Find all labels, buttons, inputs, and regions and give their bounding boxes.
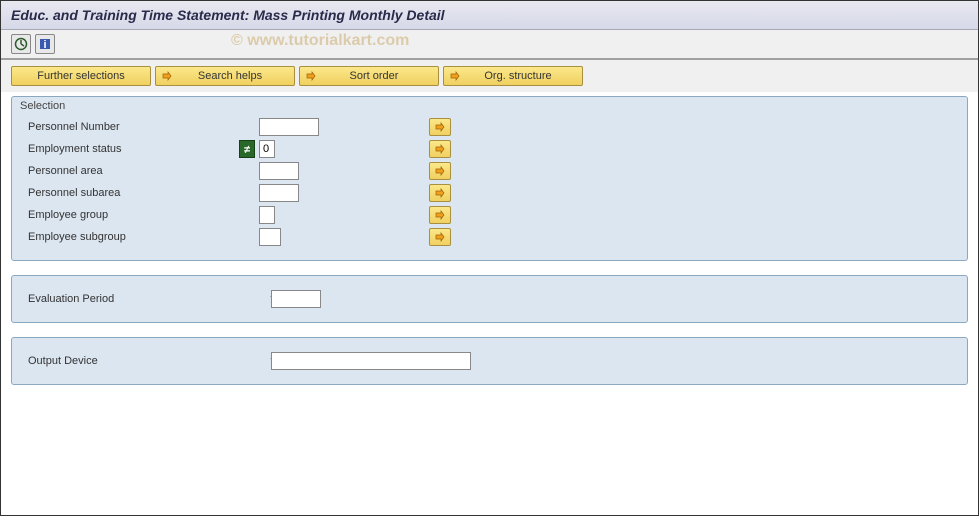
info-button[interactable]: i xyxy=(35,34,55,54)
svg-text:i: i xyxy=(43,39,46,51)
arrow-right-icon xyxy=(435,144,445,154)
arrow-right-icon xyxy=(450,71,460,81)
input-employment-status[interactable] xyxy=(259,140,275,158)
row-employment-status: Employment status ≠ xyxy=(24,138,955,160)
multi-personnel-area[interactable] xyxy=(429,162,451,180)
page-title: Educ. and Training Time Statement: Mass … xyxy=(11,7,968,23)
further-selections-button[interactable]: Further selections xyxy=(11,66,151,86)
row-personnel-subarea: Personnel subarea xyxy=(24,182,955,204)
input-employee-subgroup[interactable] xyxy=(259,228,281,246)
not-equals-icon[interactable]: ≠ xyxy=(239,140,255,158)
arrow-right-icon xyxy=(435,122,445,132)
multi-employee-group[interactable] xyxy=(429,206,451,224)
search-helps-label: Search helps xyxy=(176,70,284,82)
input-personnel-number[interactable] xyxy=(259,118,319,136)
org-structure-button[interactable]: Org. structure xyxy=(443,66,583,86)
label-personnel-subarea: Personnel subarea xyxy=(24,187,239,199)
multi-employment-status[interactable] xyxy=(429,140,451,158)
input-employee-group[interactable] xyxy=(259,206,275,224)
input-evaluation-period[interactable] xyxy=(271,290,321,308)
button-row: Further selections Search helps Sort ord… xyxy=(1,60,978,92)
input-output-device[interactable] xyxy=(271,352,471,370)
watermark: © www.tutorialkart.com xyxy=(231,32,409,50)
further-selections-label: Further selections xyxy=(37,70,124,82)
selection-body: Personnel Number Employment status ≠ Per… xyxy=(14,116,965,258)
multi-personnel-subarea[interactable] xyxy=(429,184,451,202)
info-icon: i xyxy=(38,37,52,51)
row-employee-subgroup: Employee subgroup xyxy=(24,226,955,248)
icon-bar: i © www.tutorialkart.com xyxy=(1,30,978,60)
svg-text:≠: ≠ xyxy=(244,144,250,155)
row-employee-group: Employee group xyxy=(24,204,955,226)
search-helps-button[interactable]: Search helps xyxy=(155,66,295,86)
evaluation-period-group: Evaluation Period xyxy=(11,275,968,323)
label-personnel-number: Personnel Number xyxy=(24,121,239,133)
execute-icon xyxy=(14,37,28,51)
selection-group: Selection Personnel Number Employment st… xyxy=(11,96,968,261)
arrow-right-icon xyxy=(306,71,316,81)
row-personnel-area: Personnel area xyxy=(24,160,955,182)
arrow-right-icon xyxy=(435,210,445,220)
output-device-group: Output Device xyxy=(11,337,968,385)
sort-order-button[interactable]: Sort order xyxy=(299,66,439,86)
row-personnel-number: Personnel Number xyxy=(24,116,955,138)
execute-button[interactable] xyxy=(11,34,31,54)
arrow-right-icon xyxy=(435,188,445,198)
arrow-right-icon xyxy=(435,166,445,176)
input-personnel-subarea[interactable] xyxy=(259,184,299,202)
selection-title: Selection xyxy=(14,99,965,116)
label-employment-status: Employment status xyxy=(24,143,239,155)
multi-employee-subgroup[interactable] xyxy=(429,228,451,246)
label-personnel-area: Personnel area xyxy=(24,165,239,177)
input-personnel-area[interactable] xyxy=(259,162,299,180)
arrow-right-icon xyxy=(435,232,445,242)
label-employee-group: Employee group xyxy=(24,209,239,221)
title-bar: Educ. and Training Time Statement: Mass … xyxy=(1,1,978,30)
row-evaluation-period: Evaluation Period xyxy=(24,288,955,310)
row-output-device: Output Device xyxy=(24,350,955,372)
label-evaluation-period: Evaluation Period xyxy=(24,293,269,305)
label-output-device: Output Device xyxy=(24,355,269,367)
org-structure-label: Org. structure xyxy=(464,70,572,82)
label-employee-subgroup: Employee subgroup xyxy=(24,231,239,243)
arrow-right-icon xyxy=(162,71,172,81)
multi-personnel-number[interactable] xyxy=(429,118,451,136)
sort-order-label: Sort order xyxy=(320,70,428,82)
